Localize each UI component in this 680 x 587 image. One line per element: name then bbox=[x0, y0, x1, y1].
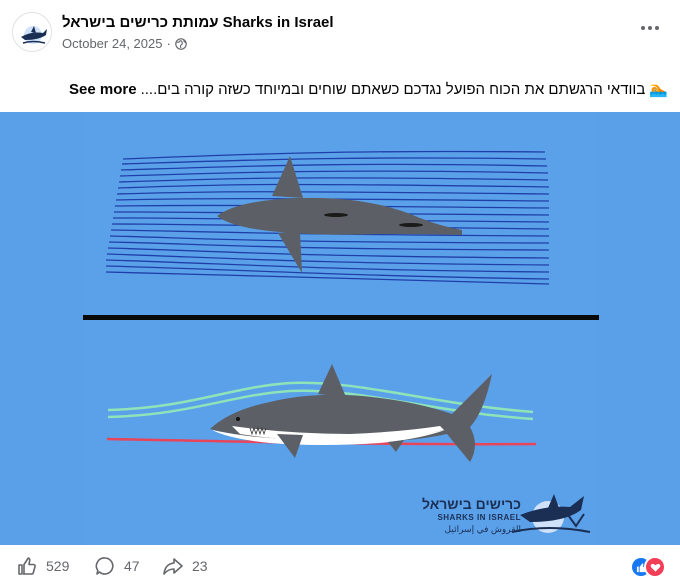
see-more-link[interactable]: See more bbox=[69, 81, 137, 98]
share-count: 23 bbox=[192, 558, 208, 574]
page-name[interactable]: עמותת כרישים בישראל Sharks in Israel bbox=[62, 14, 334, 31]
post-date[interactable]: October 24, 2025 bbox=[62, 36, 162, 51]
post-meta: October 24, 2025 · bbox=[62, 36, 187, 51]
post-caption: 🏊 בוודאי הרגשתם את הכוח הפועל נגדכם כשאת… bbox=[69, 80, 668, 99]
globe-icon[interactable] bbox=[175, 37, 187, 50]
sharks-logo-icon bbox=[21, 26, 47, 44]
swimmer-emoji: 🏊 bbox=[649, 81, 668, 98]
post-footer: 529 47 23 bbox=[0, 545, 680, 587]
shark-illustration bbox=[83, 150, 599, 533]
more-icon bbox=[641, 26, 645, 30]
logo-hebrew: כרישים בישראל bbox=[421, 496, 521, 512]
like-icon bbox=[18, 557, 36, 575]
more-options-button[interactable] bbox=[636, 18, 664, 38]
share-icon bbox=[163, 558, 183, 575]
post-image[interactable]: כרישים בישראל SHARKS IN ISRAEL القروش في… bbox=[0, 112, 680, 545]
comment-count: 47 bbox=[124, 558, 140, 574]
like-button[interactable]: 529 bbox=[16, 555, 69, 577]
love-reaction-icon bbox=[644, 556, 666, 578]
panel-divider bbox=[83, 315, 599, 320]
post-card: עמותת כרישים בישראל Sharks in Israel Oct… bbox=[0, 0, 680, 587]
comment-button[interactable]: 47 bbox=[94, 555, 140, 577]
like-count: 529 bbox=[46, 558, 70, 574]
reaction-summary[interactable] bbox=[630, 556, 666, 578]
share-button[interactable]: 23 bbox=[162, 555, 208, 577]
bottom-shark bbox=[210, 364, 492, 462]
logo-text-block: כרישים בישראל SHARKS IN ISRAEL القروش في… bbox=[422, 496, 593, 544]
page-avatar[interactable] bbox=[12, 12, 52, 52]
caption-text: בוודאי הרגשתם את הכוח הפועל נגדכם כשאתם … bbox=[140, 80, 646, 98]
meta-separator: · bbox=[166, 36, 171, 51]
logo-arabic: القروش في إسرائيل bbox=[444, 524, 521, 534]
post-header: עמותת כרישים בישראל Sharks in Israel Oct… bbox=[12, 12, 668, 56]
logo-english: SHARKS IN ISRAEL bbox=[437, 513, 521, 522]
comment-icon bbox=[95, 557, 114, 575]
